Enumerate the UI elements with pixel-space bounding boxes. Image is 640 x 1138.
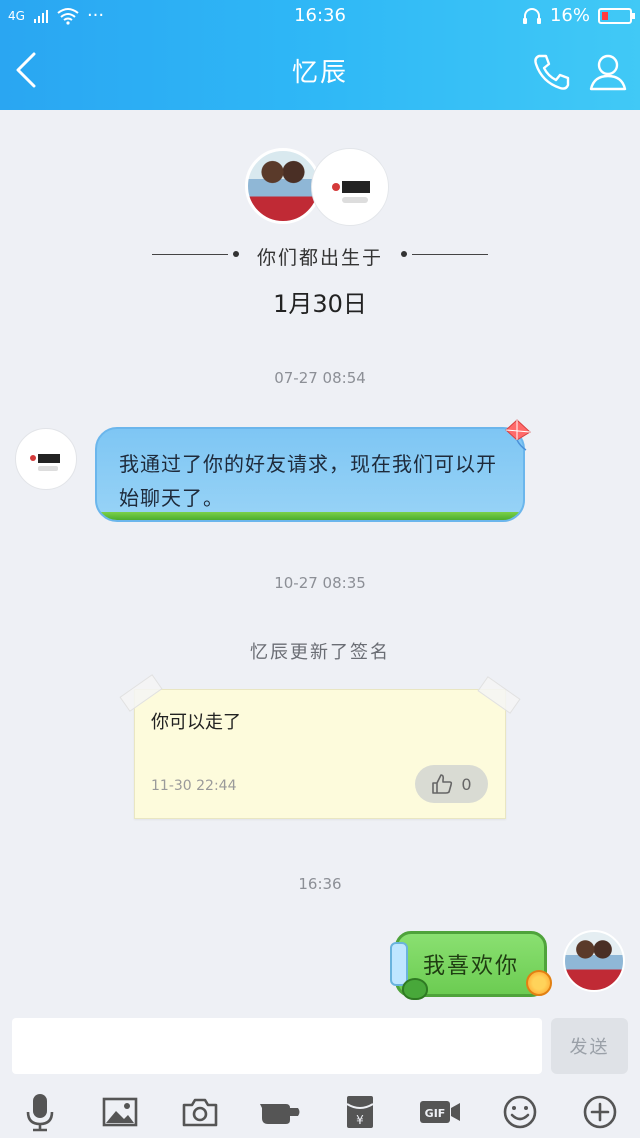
bubble-grass-decoration	[97, 512, 523, 520]
emoji-icon	[503, 1095, 537, 1129]
like-count: 0	[461, 774, 472, 794]
status-right: 16%	[522, 5, 635, 26]
avatar-pair	[245, 148, 395, 228]
divider-right	[412, 254, 488, 255]
camera-icon	[182, 1098, 218, 1127]
person-icon	[589, 54, 627, 91]
received-message-bubble[interactable]: 我通过了你的好友请求，现在我们可以开始聊天了。	[95, 427, 525, 522]
birth-text: 你们都出生于	[256, 247, 383, 269]
input-area: 发送 ¥ GIF	[0, 1008, 640, 1138]
friend-avatar-large[interactable]	[311, 148, 389, 226]
image-button[interactable]	[98, 1090, 142, 1134]
plus-icon	[583, 1095, 617, 1129]
status-bar: 4G ··· 16:36 16%	[0, 0, 640, 32]
like-button[interactable]: 0	[415, 765, 488, 803]
thumbs-up-icon	[432, 774, 453, 794]
svg-text:¥: ¥	[356, 1113, 364, 1127]
my-avatar-large[interactable]	[245, 148, 321, 224]
svg-text:GIF: GIF	[425, 1107, 446, 1120]
signature-update-notice: 忆辰更新了签名	[250, 642, 390, 663]
timestamp: 10-27 08:35	[274, 574, 366, 592]
call-button[interactable]	[530, 50, 574, 94]
signature-card[interactable]: 你可以走了 11-30 22:44 0	[119, 674, 521, 819]
watermelon-icon	[402, 978, 428, 1000]
message-input[interactable]	[12, 1018, 542, 1074]
lollipop-icon	[526, 970, 552, 996]
signature-text: 你可以走了	[151, 712, 241, 733]
image-icon	[102, 1097, 138, 1127]
timestamp: 07-27 08:54	[274, 369, 366, 387]
send-button[interactable]: 发送	[551, 1018, 628, 1074]
kite-icon	[505, 419, 531, 451]
poke-button[interactable]	[258, 1090, 302, 1134]
microphone-icon	[26, 1094, 54, 1132]
poke-icon	[260, 1104, 300, 1124]
tape-right-decoration	[477, 676, 521, 714]
divider-dot-right	[401, 251, 407, 257]
gif-button[interactable]: GIF	[418, 1090, 462, 1134]
battery-icon	[598, 7, 635, 24]
received-message-text: 我通过了你的好友请求，现在我们可以开始聊天了。	[119, 452, 497, 510]
friend-avatar[interactable]	[15, 428, 77, 490]
my-avatar[interactable]	[563, 930, 625, 992]
profile-button[interactable]	[586, 50, 630, 94]
input-toolbar: ¥ GIF	[0, 1084, 640, 1138]
birth-date: 1月30日	[273, 290, 367, 318]
gif-icon: GIF	[420, 1101, 460, 1123]
red-packet-icon: ¥	[346, 1096, 374, 1128]
red-packet-button[interactable]: ¥	[338, 1090, 382, 1134]
timestamp: 16:36	[298, 875, 342, 893]
more-button[interactable]	[578, 1090, 622, 1134]
battery-percent: 16%	[549, 5, 590, 26]
bubble-cap-decoration	[390, 942, 408, 986]
phone-icon	[534, 54, 570, 90]
camera-button[interactable]	[178, 1090, 222, 1134]
voice-button[interactable]	[18, 1090, 62, 1134]
emoji-button[interactable]	[498, 1090, 542, 1134]
sent-message-text: 我喜欢你	[422, 954, 519, 979]
signature-time: 11-30 22:44	[151, 778, 237, 794]
tape-left-decoration	[119, 674, 163, 712]
headphones-icon	[522, 7, 541, 24]
top-bar: 4G ··· 16:36 16% 忆辰	[0, 0, 640, 110]
